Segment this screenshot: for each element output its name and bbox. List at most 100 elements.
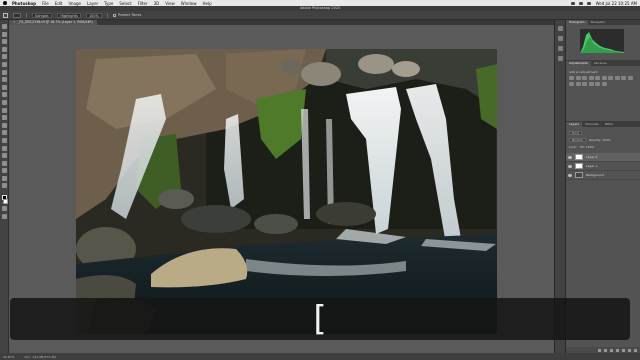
layer-row[interactable]: Layer 1 (566, 162, 640, 171)
new-adjustment-icon[interactable] (616, 348, 619, 352)
options-divider (26, 12, 27, 18)
gradient-map-icon[interactable] (595, 82, 600, 86)
lasso-tool-icon[interactable] (1, 39, 7, 45)
menu-select[interactable]: Select (119, 1, 131, 6)
history-brush-tool-icon[interactable] (1, 99, 7, 105)
layers-blend-row: Normal Opacity: 100% (569, 137, 637, 142)
layer-row[interactable]: Layer 2 (566, 153, 640, 162)
threshold-icon[interactable] (588, 82, 594, 86)
more-tools-icon[interactable] (1, 183, 7, 189)
clone-stamp-tool-icon[interactable] (1, 92, 7, 98)
exposure-icon[interactable] (588, 76, 594, 80)
protect-tones-option[interactable]: Protect Tones (112, 13, 141, 17)
frame-tool-icon[interactable] (1, 61, 7, 67)
hand-tool-icon[interactable] (1, 168, 7, 174)
channel-mixer-icon[interactable] (627, 76, 633, 80)
link-layers-icon[interactable] (598, 348, 601, 352)
blend-mode-select[interactable]: Normal (569, 137, 586, 142)
history-icon[interactable] (557, 26, 563, 31)
pen-tool-icon[interactable] (1, 137, 7, 143)
apple-icon[interactable] (3, 1, 7, 5)
tab-paths[interactable]: Paths (602, 122, 616, 127)
screen-mode-icon[interactable] (1, 213, 7, 219)
exposure-field[interactable]: 100% (85, 12, 102, 18)
move-tool-icon[interactable] (1, 24, 7, 29)
tool-preset-picker[interactable] (13, 12, 21, 18)
visibility-eye-icon[interactable] (568, 155, 572, 159)
background-color-swatch[interactable] (3, 198, 8, 204)
brushes-icon[interactable] (557, 56, 563, 61)
posterize-icon[interactable] (582, 82, 587, 86)
menu-edit[interactable]: Edit (55, 1, 63, 6)
range-select[interactable]: Highlights (57, 12, 81, 18)
marquee-tool-icon[interactable] (1, 31, 7, 37)
dodge-burn-tool-icon[interactable] (1, 130, 7, 136)
type-tool-icon[interactable] (1, 145, 7, 151)
levels-icon[interactable] (575, 76, 581, 80)
spotlight-icon[interactable] (586, 1, 591, 5)
zoom-level[interactable]: 16.67% (3, 355, 14, 359)
tab-navigator[interactable]: Navigator (588, 20, 609, 25)
color-lookup-icon[interactable] (569, 82, 574, 86)
wifi-icon[interactable] (570, 1, 575, 5)
fill-field[interactable]: Fill: 100% (580, 145, 595, 149)
black-white-icon[interactable] (614, 76, 620, 80)
blur-tool-icon[interactable] (1, 122, 7, 128)
healing-brush-tool-icon[interactable] (1, 77, 7, 83)
menu-clock[interactable]: Wed Jul 22 10:25 AM (596, 1, 637, 6)
path-select-tool-icon[interactable] (1, 153, 7, 159)
waterfall-photo[interactable] (76, 49, 497, 334)
battery-icon[interactable] (578, 1, 583, 5)
quick-mask-icon[interactable] (1, 206, 7, 212)
zoom-tool-icon[interactable] (1, 175, 7, 181)
status-bar: 16.67% Doc: 143.4M/373.2M (0, 353, 640, 360)
gradient-tool-icon[interactable] (1, 115, 7, 121)
menu-help[interactable]: Help (203, 1, 212, 6)
menu-view[interactable]: View (165, 1, 175, 6)
new-layer-icon[interactable] (628, 348, 631, 352)
trash-icon[interactable] (634, 348, 637, 352)
tab-layers[interactable]: Layers (566, 122, 582, 127)
tab-adjustments[interactable]: Adjustments (566, 61, 591, 66)
new-group-icon[interactable] (622, 348, 625, 352)
curves-icon[interactable] (582, 76, 587, 80)
opacity-field[interactable]: Opacity: 100% (589, 138, 611, 142)
menu-file[interactable]: File (42, 1, 49, 6)
hue-saturation-icon[interactable] (601, 76, 607, 80)
menu-type[interactable]: Type (104, 1, 113, 6)
quick-select-tool-icon[interactable] (1, 46, 7, 52)
menu-window[interactable]: Window (181, 1, 197, 6)
add-mask-icon[interactable] (610, 348, 613, 352)
layer-style-icon[interactable] (604, 348, 607, 352)
menu-filter[interactable]: Filter (138, 1, 148, 6)
layer-row[interactable]: Background (566, 171, 640, 180)
properties-icon[interactable] (557, 36, 563, 41)
brightness-contrast-icon[interactable] (569, 76, 574, 80)
tab-histogram[interactable]: Histogram (566, 20, 588, 25)
menu-3d[interactable]: 3D (154, 1, 160, 6)
invert-icon[interactable] (575, 82, 581, 86)
eraser-tool-icon[interactable] (1, 107, 7, 113)
protect-tones-checkbox[interactable] (112, 13, 116, 17)
tab-libraries[interactable]: Libraries (591, 61, 610, 66)
swatches-icon[interactable] (557, 46, 563, 51)
brush-tool-icon[interactable] (1, 84, 7, 90)
photo-filter-icon[interactable] (621, 76, 626, 80)
visibility-eye-icon[interactable] (568, 164, 572, 168)
selective-color-icon[interactable] (601, 82, 607, 86)
rectangle-tool-icon[interactable] (1, 160, 7, 166)
options-bar: Sample: Highlights 100% Protect Tones (0, 11, 640, 20)
options-divider (106, 12, 108, 18)
color-balance-icon[interactable] (608, 76, 613, 80)
kind-filter-select[interactable]: Kind (569, 130, 582, 135)
menu-layer[interactable]: Layer (87, 1, 98, 6)
crop-tool-icon[interactable] (1, 54, 7, 60)
menu-image[interactable]: Image (68, 1, 81, 6)
visibility-eye-icon[interactable] (568, 173, 572, 177)
menu-app-name[interactable]: Photoshop (12, 1, 36, 6)
vibrance-icon[interactable] (595, 76, 600, 80)
document-info[interactable]: Doc: 143.4M/373.2M (24, 355, 55, 359)
home-icon[interactable] (3, 12, 8, 18)
tab-channels[interactable]: Channels (582, 122, 602, 127)
eyedropper-tool-icon[interactable] (1, 69, 7, 75)
